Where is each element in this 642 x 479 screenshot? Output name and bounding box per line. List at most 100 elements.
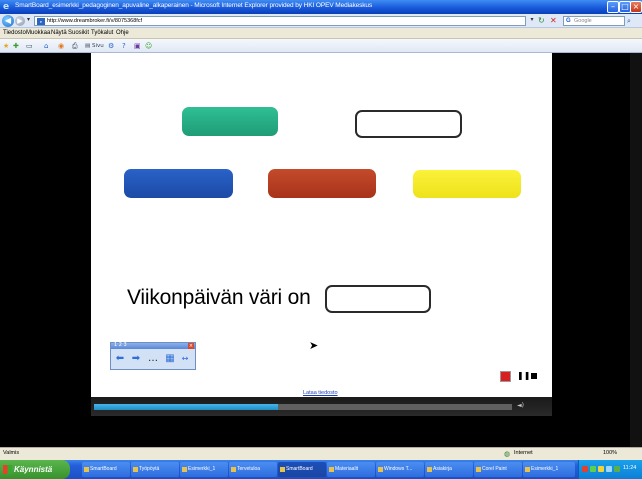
taskbar-item[interactable]: Materiaalit bbox=[327, 462, 375, 477]
add-favorite-icon[interactable]: ✚ bbox=[13, 41, 19, 51]
url-dropdown-icon[interactable]: ▾ bbox=[528, 16, 536, 26]
refresh-icon[interactable]: ↻ bbox=[538, 16, 548, 26]
blue-color-tile[interactable] bbox=[124, 169, 233, 198]
print-icon[interactable]: ⎙ bbox=[72, 41, 78, 51]
vertical-scrollbar[interactable] bbox=[630, 53, 642, 447]
menu-tools[interactable]: Työkalut bbox=[91, 29, 113, 38]
red-color-tile[interactable] bbox=[268, 169, 376, 198]
more-options-icon[interactable]: … bbox=[147, 352, 159, 366]
taskbar-item-active[interactable]: SmartBoard bbox=[278, 462, 326, 477]
app-icon bbox=[133, 467, 138, 472]
app-icon bbox=[182, 467, 187, 472]
favorites-star-icon[interactable]: ★ bbox=[3, 41, 9, 51]
windows-flag-icon bbox=[3, 465, 12, 474]
url-text: http://www.dreambroker.fi/v/8075368fcf bbox=[47, 18, 143, 24]
window-title: SmartBoard_esimerkki_pedagoginen_apuvali… bbox=[15, 2, 373, 9]
palette-close-icon[interactable]: × bbox=[188, 343, 194, 349]
search-icon[interactable]: ⌕ bbox=[627, 16, 639, 26]
tab-icon[interactable]: ▭ bbox=[26, 41, 33, 51]
taskbar-item-label: Materiaalit bbox=[335, 466, 359, 472]
zoom-level[interactable]: 100% bbox=[603, 450, 617, 456]
network-tray-icon[interactable] bbox=[614, 466, 620, 472]
menu-help[interactable]: Ohje bbox=[116, 29, 129, 38]
search-input[interactable]: G Google bbox=[563, 16, 625, 26]
download-link[interactable]: Lataa tiedosto bbox=[303, 390, 338, 396]
page-menu-label: Sivu bbox=[91, 43, 104, 49]
app-icon bbox=[280, 467, 285, 472]
volume-icon[interactable]: ◄) bbox=[517, 401, 545, 411]
internet-explorer-icon: e bbox=[3, 2, 10, 12]
taskbar-item-label: SmartBoard bbox=[286, 466, 313, 472]
taskbar-item[interactable]: SmartBoard bbox=[82, 462, 130, 477]
swap-icon[interactable]: ↔ bbox=[179, 352, 191, 366]
app-icon bbox=[84, 467, 89, 472]
taskbar-item[interactable]: Corel Paint bbox=[474, 462, 522, 477]
tray-icon[interactable] bbox=[590, 466, 596, 472]
taskbar-item-label: Windows T... bbox=[384, 466, 413, 472]
mouse-cursor-icon: ➤ bbox=[309, 339, 319, 352]
previous-page-arrow-icon[interactable]: ⬅ bbox=[113, 352, 127, 366]
back-button[interactable]: ◀ bbox=[2, 15, 14, 27]
internet-zone-icon: ◍ bbox=[504, 450, 511, 458]
help-icon[interactable]: ? bbox=[122, 41, 126, 51]
next-page-arrow-icon[interactable]: ➡ bbox=[129, 352, 143, 366]
taskbar-item[interactable]: Asiakirja bbox=[425, 462, 473, 477]
taskbar-item[interactable]: Windows T... bbox=[376, 462, 424, 477]
forward-button[interactable]: ▶ bbox=[15, 16, 25, 26]
record-button[interactable] bbox=[500, 371, 511, 382]
tools-icon[interactable]: ⚙ bbox=[108, 41, 114, 51]
command-bar: ★ ✚ ▭ ⌂ ◉ ⎙ ▤ Sivu ⚙ ? ▣ ☺ bbox=[0, 39, 642, 53]
home-icon[interactable]: ⌂ bbox=[44, 41, 48, 51]
menu-favorites[interactable]: Suosikit bbox=[68, 29, 89, 38]
start-label: Käynnistä bbox=[14, 465, 53, 474]
history-dropdown-icon[interactable]: ▾ bbox=[27, 16, 30, 23]
feeds-icon[interactable]: ◉ bbox=[58, 41, 64, 51]
palette-titlebar[interactable]: 1 2 3 × bbox=[111, 342, 195, 349]
page-menu[interactable]: ▤ Sivu bbox=[85, 41, 104, 51]
menu-bar: Tiedosto Muokkaa Näytä Suosikit Työkalut… bbox=[0, 28, 642, 39]
answer-drop-slot[interactable] bbox=[325, 285, 431, 313]
playback-progress-bar[interactable] bbox=[94, 404, 512, 410]
app-icon bbox=[427, 467, 432, 472]
url-input[interactable]: e http://www.dreambroker.fi/v/8075368fcf bbox=[34, 16, 526, 26]
close-button[interactable]: × bbox=[630, 1, 642, 13]
yellow-color-tile[interactable] bbox=[413, 170, 521, 198]
menu-edit[interactable]: Muokkaa bbox=[26, 29, 50, 38]
taskbar-item[interactable]: Esimerkki_1 bbox=[180, 462, 228, 477]
video-player-controls: ◄) bbox=[91, 397, 552, 416]
taskbar-item[interactable]: Esimerkki_1 bbox=[523, 462, 575, 477]
empty-answer-slot-top[interactable] bbox=[355, 110, 462, 138]
system-tray: 11:24 bbox=[578, 460, 642, 479]
menu-view[interactable]: Näytä bbox=[51, 29, 67, 38]
clock: 11:24 bbox=[623, 465, 637, 471]
app-icon bbox=[476, 467, 481, 472]
app-icon bbox=[525, 467, 530, 472]
green-color-tile[interactable] bbox=[182, 107, 278, 136]
floating-tools-palette[interactable]: 1 2 3 × ⬅ ➡ … ▦ ↔ bbox=[110, 342, 196, 370]
app-icon bbox=[231, 467, 236, 472]
taskbar-item-label: Esimerkki_1 bbox=[531, 466, 559, 472]
window-titlebar: e SmartBoard_esimerkki_pedagoginen_apuva… bbox=[0, 0, 642, 14]
taskbar-item[interactable]: Tervetuloa bbox=[229, 462, 277, 477]
taskbar-item-label: Työpöytä bbox=[139, 466, 160, 472]
screen-icon[interactable]: ▦ bbox=[163, 352, 177, 366]
stop-icon[interactable]: ✕ bbox=[550, 16, 560, 26]
start-button[interactable]: Käynnistä bbox=[0, 460, 70, 479]
taskbar-item-label: Asiakirja bbox=[433, 466, 452, 472]
windows-taskbar: Käynnistä SmartBoard Työpöytä Esimerkki_… bbox=[0, 460, 642, 479]
taskbar-item[interactable]: Työpöytä bbox=[131, 462, 179, 477]
app-icon bbox=[329, 467, 334, 472]
status-text: Valmis bbox=[3, 450, 20, 456]
research-icon[interactable]: ▣ bbox=[134, 41, 141, 51]
tray-icon[interactable] bbox=[598, 466, 604, 472]
google-logo-icon: G bbox=[566, 18, 571, 24]
pause-button[interactable]: ❚❚ bbox=[517, 371, 530, 381]
stop-button[interactable] bbox=[531, 373, 537, 379]
volume-tray-icon[interactable] bbox=[606, 466, 612, 472]
minimize-button[interactable]: – bbox=[607, 1, 619, 13]
messenger-icon[interactable]: ☺ bbox=[145, 41, 152, 51]
taskbar-item-label: SmartBoard bbox=[90, 466, 117, 472]
menu-file[interactable]: Tiedosto bbox=[3, 29, 26, 38]
palette-page-number: 1 2 3 bbox=[114, 342, 127, 348]
tray-icon[interactable] bbox=[582, 466, 588, 472]
